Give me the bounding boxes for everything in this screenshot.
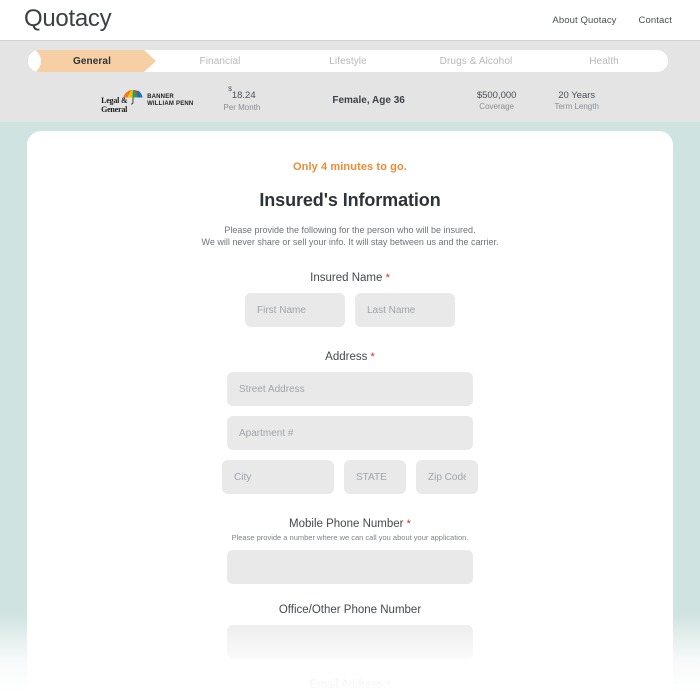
legal-and-general-logo-icon: Legal & General bbox=[101, 88, 143, 114]
insured-name-row bbox=[27, 293, 673, 327]
quote-band: General Financial Lifestyle Drugs & Alco… bbox=[0, 40, 700, 122]
office-phone-row bbox=[27, 625, 673, 659]
field-group-mobile-phone: Mobile Phone Number * Please provide a n… bbox=[27, 518, 673, 584]
field-group-insured-name: Insured Name * bbox=[27, 272, 673, 327]
carrier-subbrand: BANNER WILLIAM PENN bbox=[147, 93, 194, 108]
office-phone-label: Office/Other Phone Number bbox=[278, 604, 422, 616]
summary-price-label: Per Month bbox=[223, 103, 261, 113]
mobile-phone-row bbox=[27, 550, 673, 584]
summary-term-label: Term Length bbox=[554, 102, 599, 112]
minutes-remaining-note: Only 4 minutes to go. bbox=[293, 161, 407, 173]
progress-step-label: Drugs & Alcohol bbox=[439, 55, 513, 67]
required-asterisk: * bbox=[385, 272, 390, 284]
address-city-state-zip-row bbox=[27, 460, 673, 494]
progress-step-health[interactable]: Health bbox=[540, 50, 668, 72]
mobile-phone-help-text: Please provide a number where we can cal… bbox=[231, 533, 469, 542]
carrier-name: Legal & General bbox=[101, 96, 128, 114]
page-root: Quotacy About Quotacy Contact General Fi… bbox=[0, 0, 700, 693]
first-name-input[interactable] bbox=[245, 293, 345, 327]
summary-coverage-label: Coverage bbox=[479, 102, 514, 112]
progress-step-lifestyle[interactable]: Lifestyle bbox=[284, 50, 412, 72]
nav-link-contact[interactable]: Contact bbox=[639, 15, 672, 26]
progress-step-general[interactable]: General bbox=[28, 50, 156, 72]
progress-step-label: Health bbox=[589, 55, 619, 67]
form-card: Only 4 minutes to go. Insured's Informat… bbox=[27, 131, 673, 693]
brand-logo[interactable]: Quotacy bbox=[24, 7, 112, 33]
required-asterisk: * bbox=[406, 518, 411, 530]
address-apartment-row bbox=[27, 416, 673, 450]
summary-term-value: 20 Years bbox=[558, 89, 596, 101]
progress-step-label: Lifestyle bbox=[329, 55, 367, 67]
summary-coverage: $500,000 Coverage bbox=[477, 90, 517, 113]
progress-step-financial[interactable]: Financial bbox=[156, 50, 284, 72]
mobile-phone-input[interactable] bbox=[227, 550, 473, 584]
form-body: Only 4 minutes to go. Insured's Informat… bbox=[27, 131, 673, 693]
form-subtitle: Please provide the following for the per… bbox=[27, 224, 673, 248]
form-subtitle-line2: We will never share or sell your info. I… bbox=[201, 237, 499, 247]
field-group-email: Email Address * bbox=[27, 679, 673, 693]
summary-price-value: $18.24 bbox=[228, 86, 256, 102]
address-street-row bbox=[27, 372, 673, 406]
street-address-input[interactable] bbox=[227, 372, 473, 406]
header-nav: About Quotacy Contact bbox=[552, 15, 672, 26]
insured-name-label: Insured Name * bbox=[310, 272, 390, 284]
city-input[interactable] bbox=[222, 460, 334, 494]
summary-person: Female, Age 36 bbox=[332, 95, 404, 108]
last-name-input[interactable] bbox=[355, 293, 455, 327]
mobile-phone-label: Mobile Phone Number * bbox=[289, 518, 411, 530]
office-phone-input[interactable] bbox=[227, 625, 473, 659]
summary-term: 20 Years Term Length bbox=[554, 90, 598, 113]
site-header: Quotacy About Quotacy Contact bbox=[0, 0, 700, 40]
state-input[interactable] bbox=[344, 460, 406, 494]
carrier-logo: Legal & General BANNER WILLIAM PENN bbox=[101, 88, 193, 114]
address-label: Address * bbox=[325, 351, 375, 363]
zip-code-input[interactable] bbox=[416, 460, 478, 494]
progress-step-drugs-alcohol[interactable]: Drugs & Alcohol bbox=[412, 50, 540, 72]
progress-step-label: Financial bbox=[199, 55, 241, 67]
apartment-input[interactable] bbox=[227, 416, 473, 450]
required-asterisk: * bbox=[370, 351, 375, 363]
field-group-office-phone: Office/Other Phone Number bbox=[27, 604, 673, 659]
required-asterisk: * bbox=[386, 679, 391, 691]
summary-person-value: Female, Age 36 bbox=[332, 94, 405, 106]
summary-coverage-value: $500,000 bbox=[476, 89, 517, 101]
page-title: Insured's Information bbox=[259, 190, 441, 210]
progress-step-label: General bbox=[73, 55, 111, 67]
email-label: Email Address * bbox=[309, 679, 391, 691]
summary-price: $18.24 Per Month bbox=[223, 86, 261, 113]
progress-steps: General Financial Lifestyle Drugs & Alco… bbox=[28, 50, 668, 72]
form-subtitle-line1: Please provide the following for the per… bbox=[224, 225, 476, 235]
field-group-address: Address * bbox=[27, 351, 673, 494]
quote-summary: Legal & General BANNER WILLIAM PENN $18.… bbox=[0, 79, 700, 123]
nav-link-about-quotacy[interactable]: About Quotacy bbox=[552, 15, 616, 26]
